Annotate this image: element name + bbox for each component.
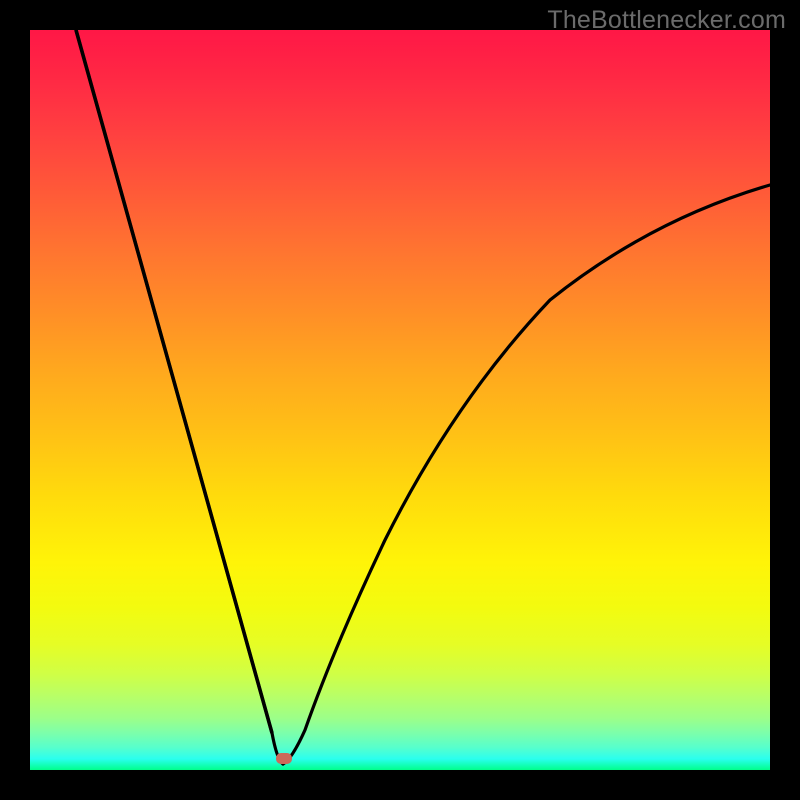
watermark-text: TheBottlenecker.com: [547, 6, 786, 35]
curve-left-branch-thin: [76, 30, 272, 733]
optimal-point-marker: [276, 753, 292, 764]
bottleneck-curve: [30, 30, 770, 770]
curve-right-branch: [283, 185, 770, 764]
plot-area: [30, 30, 770, 770]
chart-frame: TheBottlenecker.com: [0, 0, 800, 800]
